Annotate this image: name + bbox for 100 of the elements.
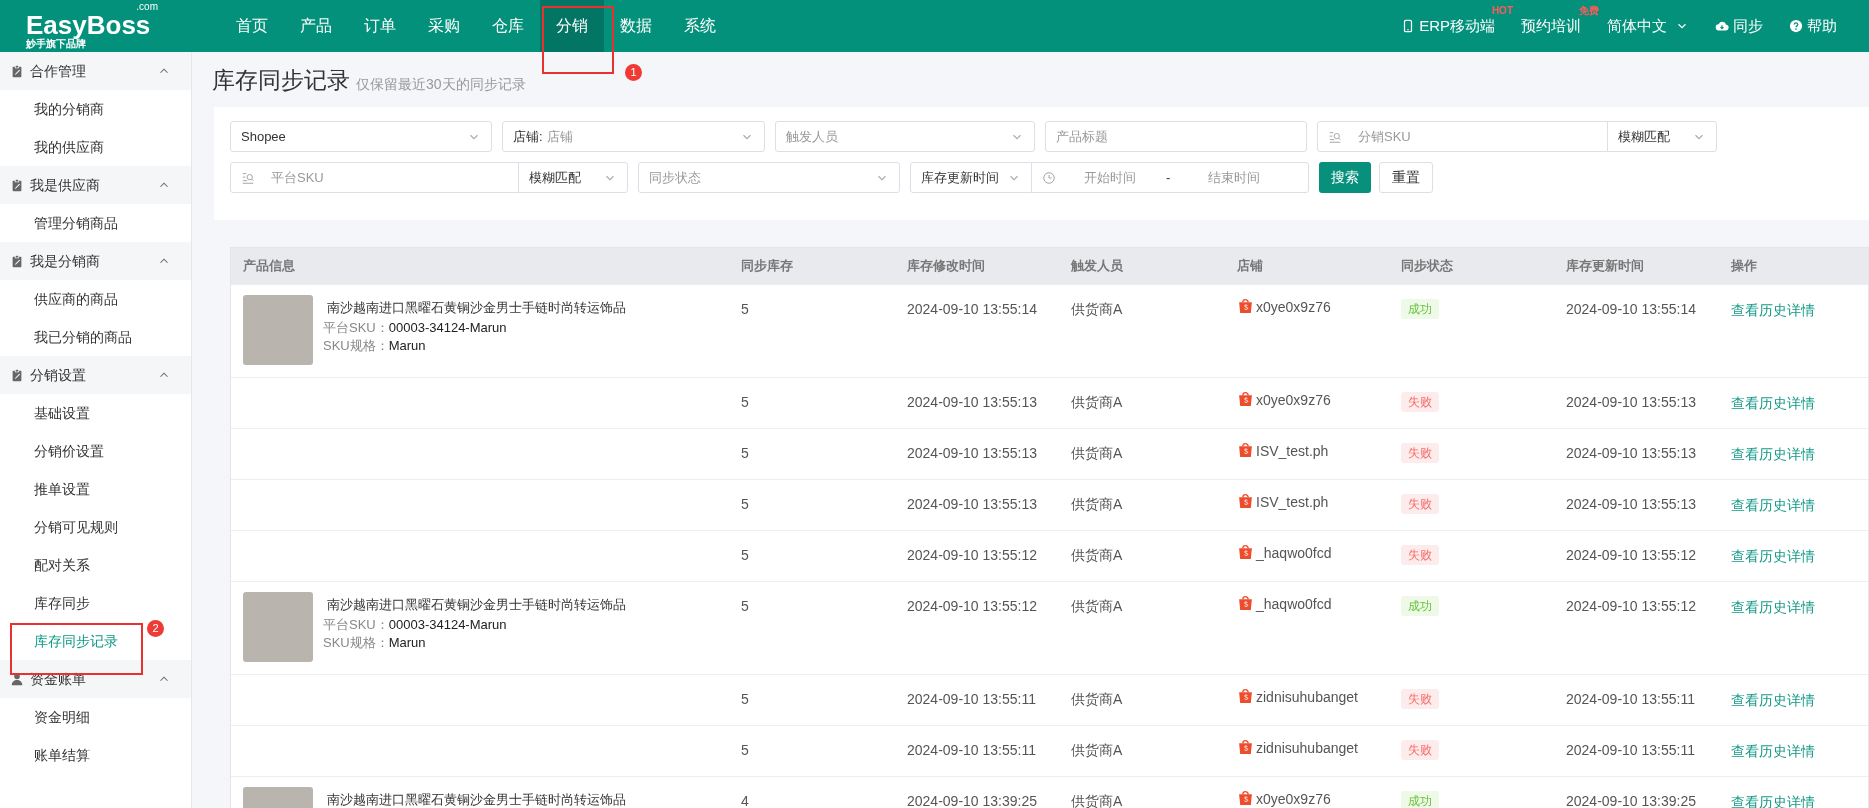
annotation-number: 1: [625, 64, 642, 81]
product-title-field[interactable]: 产品标题: [1045, 121, 1307, 152]
shop-name: x0ye0x9z76: [1256, 298, 1331, 317]
photo-placeholder: [243, 592, 313, 662]
date-range-field[interactable]: 开始时间 - 结束时间: [1031, 162, 1309, 193]
nav-tab[interactable]: 首页: [220, 0, 284, 52]
nav-tab[interactable]: 订单: [348, 0, 412, 52]
time-cell: 2024-09-10 13:39:25: [1566, 793, 1696, 808]
stock-cell: 5: [741, 445, 749, 461]
header-link[interactable]: 帮助: [1789, 14, 1837, 38]
nav-tab[interactable]: 分销: [540, 0, 604, 52]
sidebar-group-header[interactable]: 我是供应商: [0, 166, 191, 204]
header-link[interactable]: 同步: [1715, 14, 1763, 38]
search-field[interactable]: 平台SKU: [230, 162, 519, 193]
shop-name: ISV_test.ph: [1256, 442, 1329, 461]
sidebar-item[interactable]: 供应商的商品: [0, 280, 191, 318]
history-link[interactable]: 查看历史详情: [1731, 548, 1815, 564]
nav-tab[interactable]: 仓库: [476, 0, 540, 52]
person-icon: [10, 672, 24, 686]
sku-value: 00003-34124-Marun: [388, 616, 507, 634]
user-cell: 供货商A: [1071, 301, 1123, 317]
shopee-bag-icon: [1237, 297, 1254, 314]
help-icon: [1789, 19, 1803, 33]
sidebar-group-header[interactable]: 合作管理: [0, 52, 191, 90]
time-cell: 2024-09-10 13:55:11: [907, 691, 1036, 707]
shop-name: zidnisuhubanget: [1256, 688, 1358, 707]
history-link[interactable]: 查看历史详情: [1731, 395, 1815, 411]
user-cell: 供货商A: [1071, 793, 1123, 808]
shop-name: ISV_test.ph: [1256, 493, 1329, 512]
time-cell: 2024-09-10 13:55:13: [1566, 394, 1696, 410]
spec-label: SKU规格：: [323, 337, 389, 355]
shop-name: _haqwo0fcd: [1256, 595, 1332, 614]
sidebar-item[interactable]: 分销可见规则: [0, 508, 191, 546]
status-tag: 成功: [1401, 596, 1439, 616]
column-header: 同步库存: [741, 258, 793, 274]
time-cell: 2024-09-10 13:55:13: [907, 394, 1037, 410]
header-link[interactable]: ERP移动端: [1401, 14, 1495, 38]
stock-cell: 5: [741, 742, 749, 758]
match-dropdown[interactable]: 模糊匹配: [1607, 121, 1717, 152]
sidebar-group-header[interactable]: 分销设置: [0, 356, 191, 394]
platform-dropdown[interactable]: Shopee: [230, 121, 492, 152]
status-tag: 失败: [1401, 740, 1439, 760]
shop-name: zidnisuhubanget: [1256, 739, 1358, 758]
stock-cell: 4: [741, 793, 749, 808]
sync-status-dropdown[interactable]: 同步状态: [638, 162, 900, 193]
time-cell: 2024-09-10 13:55:13: [1566, 445, 1696, 461]
annotation-frame: [542, 6, 614, 74]
sidebar-group-header[interactable]: 我是分销商: [0, 242, 191, 280]
history-link[interactable]: 查看历史详情: [1731, 497, 1815, 513]
sidebar-item[interactable]: 我已分销的商品: [0, 318, 191, 356]
history-link[interactable]: 查看历史详情: [1731, 692, 1815, 708]
shop-dropdown[interactable]: 店铺: 店铺: [502, 121, 765, 152]
history-link[interactable]: 查看历史详情: [1731, 446, 1815, 462]
column-header: 库存更新时间: [1566, 258, 1644, 274]
nav-tab[interactable]: 采购: [412, 0, 476, 52]
status-tag: 失败: [1401, 392, 1439, 412]
reset-button[interactable]: 重置: [1379, 162, 1433, 193]
time-cell: 2024-09-10 13:55:14: [1566, 301, 1696, 317]
match-dropdown[interactable]: 模糊匹配: [518, 162, 628, 193]
sidebar-item[interactable]: 分销价设置: [0, 432, 191, 470]
stock-cell: 5: [741, 691, 749, 707]
search-field[interactable]: 分销SKU: [1317, 121, 1608, 152]
shopee-bag-icon: [1237, 738, 1254, 755]
trigger-user-dropdown[interactable]: 触发人员: [775, 121, 1035, 152]
user-cell: 供货商A: [1071, 547, 1123, 563]
time-cell: 2024-09-10 13:55:12: [907, 598, 1037, 614]
sku-value: 00003-34124-Marun: [388, 319, 507, 337]
clock-icon: [1042, 170, 1056, 185]
sidebar-item[interactable]: 我的分销商: [0, 90, 191, 128]
time-type-dropdown[interactable]: 库存更新时间: [910, 162, 1032, 193]
header-link[interactable]: 预约培训: [1521, 14, 1581, 38]
shop-name: _haqwo0fcd: [1256, 544, 1332, 563]
stock-cell: 5: [741, 547, 749, 563]
sidebar-item[interactable]: 库存同步: [0, 584, 191, 622]
nav-tab[interactable]: 产品: [284, 0, 348, 52]
sidebar-item[interactable]: 配对关系: [0, 546, 191, 584]
time-cell: 2024-09-10 13:55:13: [907, 445, 1037, 461]
history-link[interactable]: 查看历史详情: [1731, 302, 1815, 318]
sidebar-item[interactable]: 基础设置: [0, 394, 191, 432]
time-cell: 2024-09-10 13:55:11: [907, 742, 1036, 758]
time-cell: 2024-09-10 13:55:14: [907, 301, 1037, 317]
photo-placeholder: [243, 295, 313, 365]
sidebar-item[interactable]: 我的供应商: [0, 128, 191, 166]
status-tag: 成功: [1401, 791, 1439, 808]
superscript-label: 免费: [1579, 4, 1599, 17]
sidebar-item[interactable]: 资金明细: [0, 698, 191, 736]
sidebar-item[interactable]: 推单设置: [0, 470, 191, 508]
search-button[interactable]: 搜索: [1319, 162, 1371, 193]
page-subtitle: 仅保留最近30天的同步记录: [356, 75, 526, 94]
nav-tab[interactable]: 系统: [668, 0, 732, 52]
sidebar-item[interactable]: 账单结算: [0, 736, 191, 774]
sidebar-item[interactable]: 管理分销商品: [0, 204, 191, 242]
time-cell: 2024-09-10 13:55:13: [907, 496, 1037, 512]
user-cell: 供货商A: [1071, 445, 1123, 461]
nav-tab[interactable]: 数据: [604, 0, 668, 52]
spec-label: SKU规格：: [323, 634, 389, 652]
history-link[interactable]: 查看历史详情: [1731, 743, 1815, 759]
history-link[interactable]: 查看历史详情: [1731, 599, 1815, 615]
time-cell: 2024-09-10 13:55:13: [1566, 496, 1696, 512]
header-link[interactable]: 简体中文: [1607, 14, 1689, 38]
